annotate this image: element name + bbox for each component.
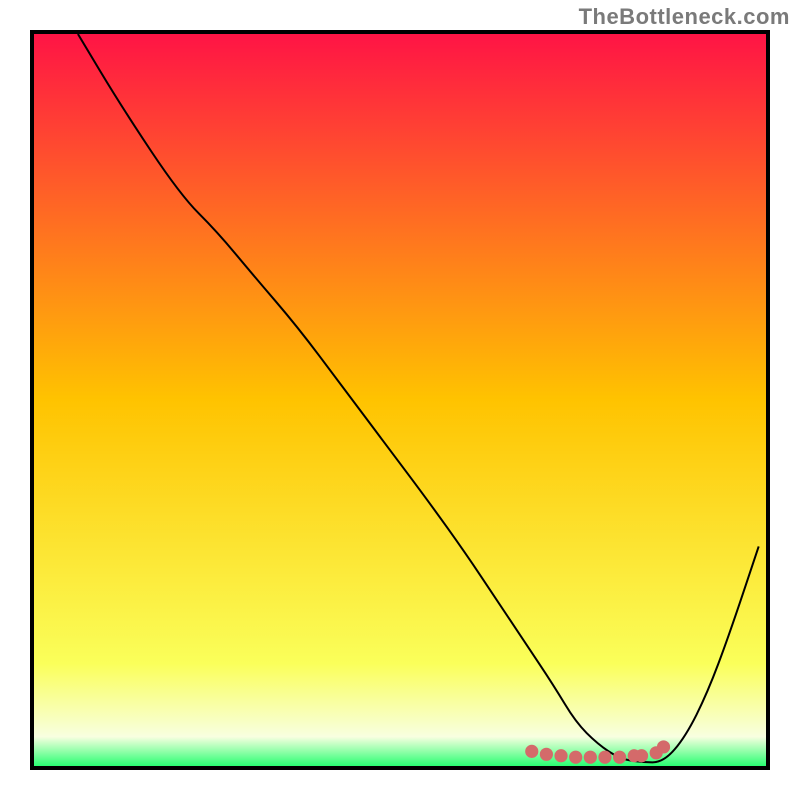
- optimal-dot: [635, 749, 648, 762]
- chart-frame: [30, 30, 770, 770]
- optimal-dot: [657, 740, 670, 753]
- bottleneck-chart: [34, 34, 766, 766]
- chart-wrap: TheBottleneck.com: [0, 0, 800, 800]
- optimal-dot: [525, 745, 538, 758]
- optimal-dot: [584, 751, 597, 764]
- optimal-dot: [613, 751, 626, 764]
- chart-background: [34, 34, 766, 766]
- optimal-dot: [569, 751, 582, 764]
- watermark-text: TheBottleneck.com: [579, 4, 790, 30]
- optimal-dot: [540, 748, 553, 761]
- optimal-dot: [598, 751, 611, 764]
- optimal-dot: [554, 749, 567, 762]
